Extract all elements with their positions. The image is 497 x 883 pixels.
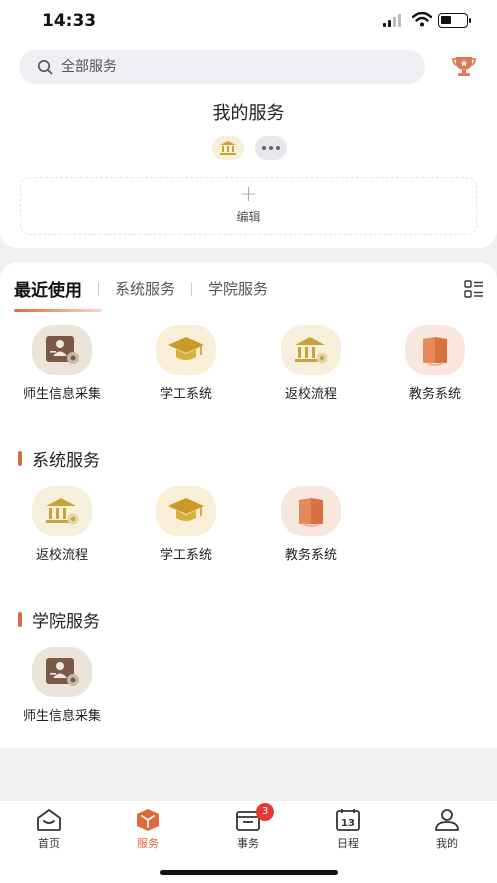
app-label: 学工系统 — [159, 387, 212, 402]
profile-icon — [412, 808, 482, 832]
app-label: 教务系统 — [284, 548, 337, 563]
calendar-icon: 13 — [313, 808, 383, 832]
tabbar-label: 我的 — [436, 837, 458, 850]
tab-divider — [191, 281, 193, 296]
book-icon — [405, 325, 465, 375]
status-bar: 14:33 — [0, 0, 497, 44]
app-academic-affairs[interactable]: 教务系统 — [380, 325, 490, 402]
section-college-services: 学院服务 — [18, 607, 100, 632]
my-services-title: 我的服务 — [212, 103, 285, 124]
section-system-services: 系统服务 — [18, 446, 100, 471]
app-label: 师生信息采集 — [22, 387, 101, 402]
tabbar-services[interactable]: 服务 — [113, 808, 183, 851]
search-bar[interactable] — [19, 50, 425, 84]
bank-building-icon — [281, 325, 341, 375]
book-icon — [281, 486, 341, 536]
calendar-date: 13 — [341, 818, 355, 829]
service-tabs: 最近使用 系统服务 学院服务 — [14, 276, 268, 312]
tabbar-tasks[interactable]: 3 事务 — [213, 803, 283, 851]
section-marker — [18, 451, 22, 466]
graduation-cap-icon — [156, 325, 216, 375]
section-marker — [18, 612, 22, 627]
person-card-icon — [32, 325, 92, 375]
tabbar-schedule[interactable]: 13 日程 — [313, 808, 383, 851]
tabbar-label: 服务 — [137, 837, 159, 850]
app-label: 返校流程 — [284, 387, 337, 402]
plus-icon: + — [239, 182, 258, 207]
tab-recent[interactable]: 最近使用 — [14, 276, 102, 312]
home-indicator — [160, 870, 338, 875]
bank-building-icon — [220, 141, 236, 155]
app-label: 返校流程 — [35, 548, 88, 563]
more-button[interactable] — [255, 136, 287, 160]
home-icon — [14, 808, 84, 832]
tabbar-label: 事务 — [237, 837, 259, 850]
search-icon — [38, 60, 53, 75]
app-label: 学工系统 — [159, 548, 212, 563]
app-return-process[interactable]: 返校流程 — [7, 486, 117, 563]
my-services-card: 我的服务 + 编辑 — [0, 44, 497, 248]
edit-services-button[interactable]: + 编辑 — [20, 177, 477, 235]
wifi-icon — [412, 12, 432, 27]
app-teacher-student-info[interactable]: 师生信息采集 — [7, 647, 117, 724]
app-label: 师生信息采集 — [22, 709, 101, 724]
tab-system-services[interactable]: 系统服务 — [115, 278, 175, 299]
edit-label: 编辑 — [236, 210, 261, 224]
list-view-icon[interactable] — [464, 280, 484, 298]
services-card: 最近使用 系统服务 学院服务 师生信息采集 学工系统 返校流程 教务系统 系统服… — [0, 262, 497, 748]
bank-building-icon — [32, 486, 92, 536]
app-student-affairs[interactable]: 学工系统 — [131, 486, 241, 563]
my-services-list — [212, 136, 287, 160]
tabbar-mine[interactable]: 我的 — [412, 808, 482, 851]
signal-icon — [383, 14, 401, 27]
more-icon — [262, 146, 280, 150]
trophy-icon[interactable] — [451, 54, 477, 78]
section-title: 系统服务 — [32, 451, 100, 471]
my-service-return-icon[interactable] — [212, 136, 244, 160]
app-student-affairs[interactable]: 学工系统 — [131, 325, 241, 402]
section-title: 学院服务 — [32, 612, 100, 632]
app-teacher-student-info[interactable]: 师生信息采集 — [7, 325, 117, 402]
tab-divider — [98, 281, 99, 296]
tabbar-home[interactable]: 首页 — [14, 808, 84, 851]
person-card-icon — [32, 647, 92, 697]
tasks-badge: 3 — [256, 803, 274, 821]
status-time: 14:33 — [42, 11, 97, 31]
graduation-cap-icon — [156, 486, 216, 536]
battery-icon — [438, 13, 471, 28]
app-return-process[interactable]: 返校流程 — [256, 325, 366, 402]
tabbar-label: 日程 — [337, 837, 359, 850]
search-input[interactable] — [61, 50, 411, 84]
app-academic-affairs[interactable]: 教务系统 — [256, 486, 366, 563]
service-box-icon — [113, 808, 183, 832]
tabbar-label: 首页 — [38, 837, 60, 850]
app-label: 教务系统 — [408, 387, 461, 402]
tab-college-services[interactable]: 学院服务 — [208, 278, 268, 299]
